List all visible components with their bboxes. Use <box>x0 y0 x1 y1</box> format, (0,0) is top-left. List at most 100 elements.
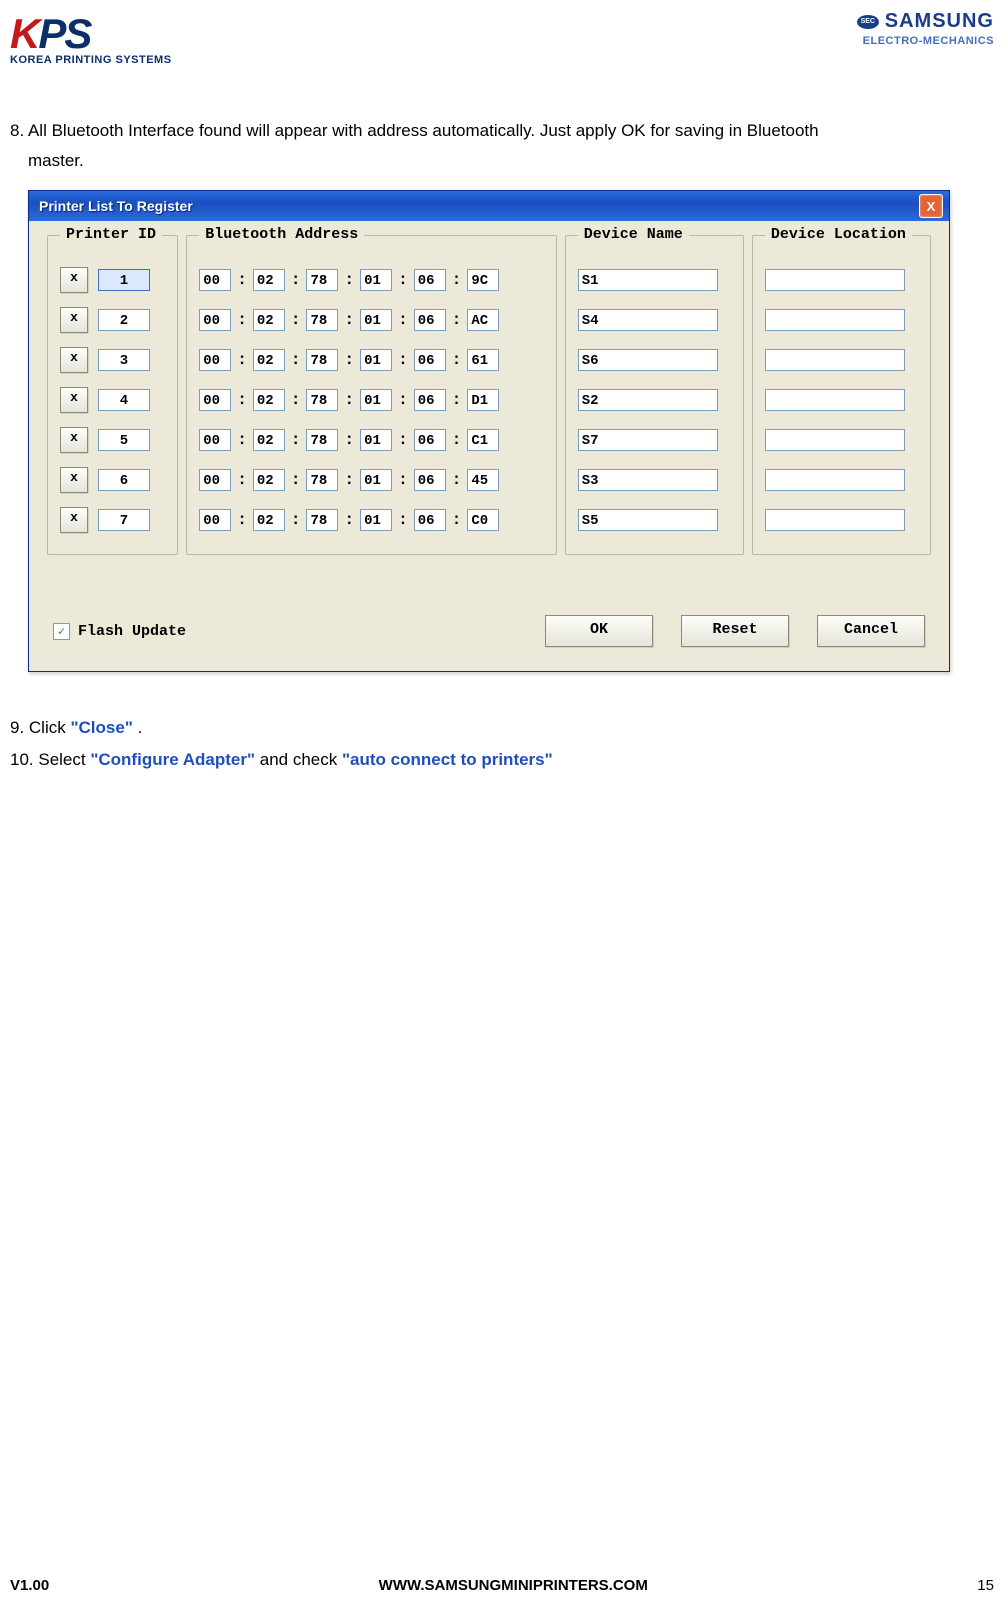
bt-addr-field[interactable]: C0 <box>467 509 499 531</box>
printer-id-field[interactable]: 7 <box>98 509 150 531</box>
step10-auto-connect-ref: "auto connect to printers" <box>342 750 553 769</box>
remove-row-button[interactable]: x <box>60 307 88 333</box>
group-printer-id: Printer ID x1 x2 x3 x4 x5 x6 x7 <box>47 235 178 555</box>
group-bluetooth-address-legend: Bluetooth Address <box>199 226 364 243</box>
bt-addr-field[interactable]: 01 <box>360 389 392 411</box>
bt-addr-field[interactable]: 06 <box>414 509 446 531</box>
bt-addr-field[interactable]: 01 <box>360 309 392 331</box>
step9-text: 9. Click "Close" . <box>10 712 994 744</box>
bt-addr-field[interactable]: 02 <box>253 309 285 331</box>
bt-addr-field[interactable]: 01 <box>360 509 392 531</box>
flash-update-checkbox[interactable]: ✓ <box>53 623 70 640</box>
device-name-field[interactable]: S6 <box>578 349 718 371</box>
bt-addr-field[interactable]: 02 <box>253 269 285 291</box>
bt-addr-field[interactable]: 00 <box>199 309 231 331</box>
step9-close-ref: "Close" <box>70 718 132 737</box>
bt-addr-field[interactable]: 78 <box>306 389 338 411</box>
flash-update-label: Flash Update <box>78 623 186 640</box>
bt-addr-field[interactable]: D1 <box>467 389 499 411</box>
footer-page-number: 15 <box>977 1577 994 1594</box>
printer-list-dialog: Printer List To Register X Printer ID x1… <box>28 190 950 672</box>
remove-row-button[interactable]: x <box>60 427 88 453</box>
device-name-field[interactable]: S7 <box>578 429 718 451</box>
group-device-location-legend: Device Location <box>765 226 912 243</box>
device-location-field[interactable] <box>765 429 905 451</box>
footer-version: V1.00 <box>10 1577 49 1594</box>
ok-button[interactable]: OK <box>545 615 653 647</box>
printer-id-field[interactable]: 6 <box>98 469 150 491</box>
device-location-field[interactable] <box>765 349 905 371</box>
bt-addr-field[interactable]: 01 <box>360 269 392 291</box>
printer-id-field[interactable]: 5 <box>98 429 150 451</box>
kps-logo-ps: PS <box>38 10 90 58</box>
footer-url: WWW.SAMSUNGMINIPRINTERS.COM <box>379 1577 648 1594</box>
samsung-oval-icon: SEC <box>857 15 879 29</box>
printer-id-field[interactable]: 1 <box>98 269 150 291</box>
bt-addr-field[interactable]: 06 <box>414 269 446 291</box>
printer-id-field[interactable]: 3 <box>98 349 150 371</box>
bt-addr-field[interactable]: 06 <box>414 349 446 371</box>
kps-logo-k: K <box>10 10 38 58</box>
page-header: K PS KOREA PRINTING SYSTEMS SEC SAMSUNG … <box>10 10 994 76</box>
bt-addr-field[interactable]: 00 <box>199 469 231 491</box>
bt-addr-field[interactable]: 00 <box>199 269 231 291</box>
bt-addr-field[interactable]: 06 <box>414 309 446 331</box>
remove-row-button[interactable]: x <box>60 347 88 373</box>
group-device-location: Device Location <box>752 235 931 555</box>
samsung-logo: SEC SAMSUNG ELECTRO-MECHANICS <box>857 10 994 47</box>
reset-button[interactable]: Reset <box>681 615 789 647</box>
printer-id-field[interactable]: 4 <box>98 389 150 411</box>
bt-addr-field[interactable]: 45 <box>467 469 499 491</box>
device-name-field[interactable]: S1 <box>578 269 718 291</box>
bt-addr-field[interactable]: 61 <box>467 349 499 371</box>
close-icon[interactable]: X <box>919 194 943 218</box>
bt-addr-field[interactable]: 78 <box>306 269 338 291</box>
device-location-field[interactable] <box>765 269 905 291</box>
device-name-field[interactable]: S4 <box>578 309 718 331</box>
device-location-field[interactable] <box>765 469 905 491</box>
group-printer-id-legend: Printer ID <box>60 226 162 243</box>
bt-addr-field[interactable]: C1 <box>467 429 499 451</box>
bt-addr-field[interactable]: 78 <box>306 469 338 491</box>
bt-addr-field[interactable]: 01 <box>360 469 392 491</box>
remove-row-button[interactable]: x <box>60 507 88 533</box>
bt-addr-field[interactable]: 02 <box>253 349 285 371</box>
bt-addr-field[interactable]: 06 <box>414 389 446 411</box>
bt-addr-field[interactable]: 00 <box>199 429 231 451</box>
step8-text-line2: master. <box>10 146 994 176</box>
bt-addr-field[interactable]: 9C <box>467 269 499 291</box>
bt-addr-field[interactable]: AC <box>467 309 499 331</box>
device-name-field[interactable]: S3 <box>578 469 718 491</box>
bt-addr-field[interactable]: 00 <box>199 349 231 371</box>
bt-addr-field[interactable]: 78 <box>306 309 338 331</box>
bt-addr-field[interactable]: 06 <box>414 469 446 491</box>
bt-addr-field[interactable]: 02 <box>253 469 285 491</box>
device-location-field[interactable] <box>765 389 905 411</box>
bt-addr-field[interactable]: 01 <box>360 429 392 451</box>
printer-id-field[interactable]: 2 <box>98 309 150 331</box>
cancel-button[interactable]: Cancel <box>817 615 925 647</box>
bt-addr-field[interactable]: 01 <box>360 349 392 371</box>
dialog-title: Printer List To Register <box>35 198 193 214</box>
group-device-name-legend: Device Name <box>578 226 689 243</box>
bt-addr-field[interactable]: 02 <box>253 429 285 451</box>
bt-addr-field[interactable]: 78 <box>306 349 338 371</box>
remove-row-button[interactable]: x <box>60 267 88 293</box>
bt-addr-field[interactable]: 02 <box>253 509 285 531</box>
page-footer: V1.00 WWW.SAMSUNGMINIPRINTERS.COM 15 <box>10 1577 994 1594</box>
device-location-field[interactable] <box>765 509 905 531</box>
bt-addr-field[interactable]: 78 <box>306 509 338 531</box>
kps-logo: K PS KOREA PRINTING SYSTEMS <box>10 10 172 66</box>
remove-row-button[interactable]: x <box>60 467 88 493</box>
bt-addr-field[interactable]: 78 <box>306 429 338 451</box>
device-name-field[interactable]: S2 <box>578 389 718 411</box>
dialog-titlebar: Printer List To Register X <box>29 191 949 221</box>
step10-text: 10. Select "Configure Adapter" and check… <box>10 744 994 776</box>
device-location-field[interactable] <box>765 309 905 331</box>
bt-addr-field[interactable]: 02 <box>253 389 285 411</box>
bt-addr-field[interactable]: 06 <box>414 429 446 451</box>
remove-row-button[interactable]: x <box>60 387 88 413</box>
bt-addr-field[interactable]: 00 <box>199 389 231 411</box>
device-name-field[interactable]: S5 <box>578 509 718 531</box>
bt-addr-field[interactable]: 00 <box>199 509 231 531</box>
